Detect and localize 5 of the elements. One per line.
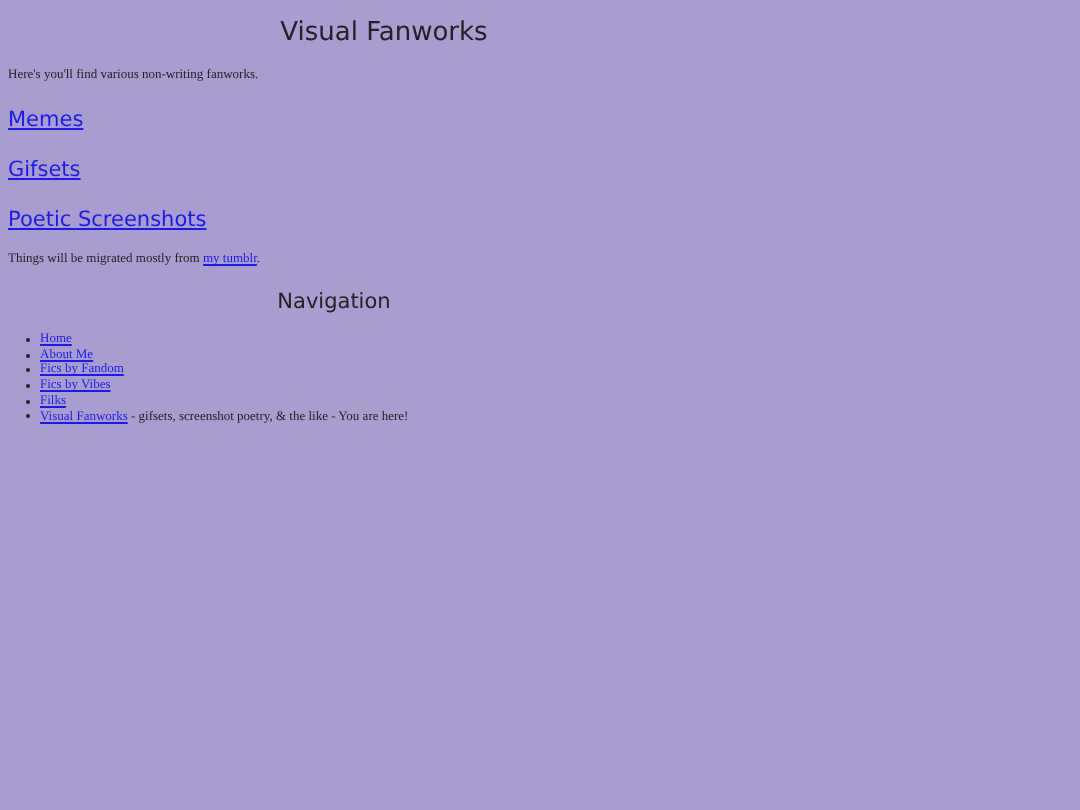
section-link[interactable]: Gifsets: [8, 158, 81, 182]
section-link[interactable]: Poetic Screenshots: [8, 208, 207, 232]
page-title: Visual Fanworks: [278, 18, 490, 50]
navigation-heading: Navigation: [275, 288, 393, 316]
section-link[interactable]: Memes: [8, 108, 84, 132]
